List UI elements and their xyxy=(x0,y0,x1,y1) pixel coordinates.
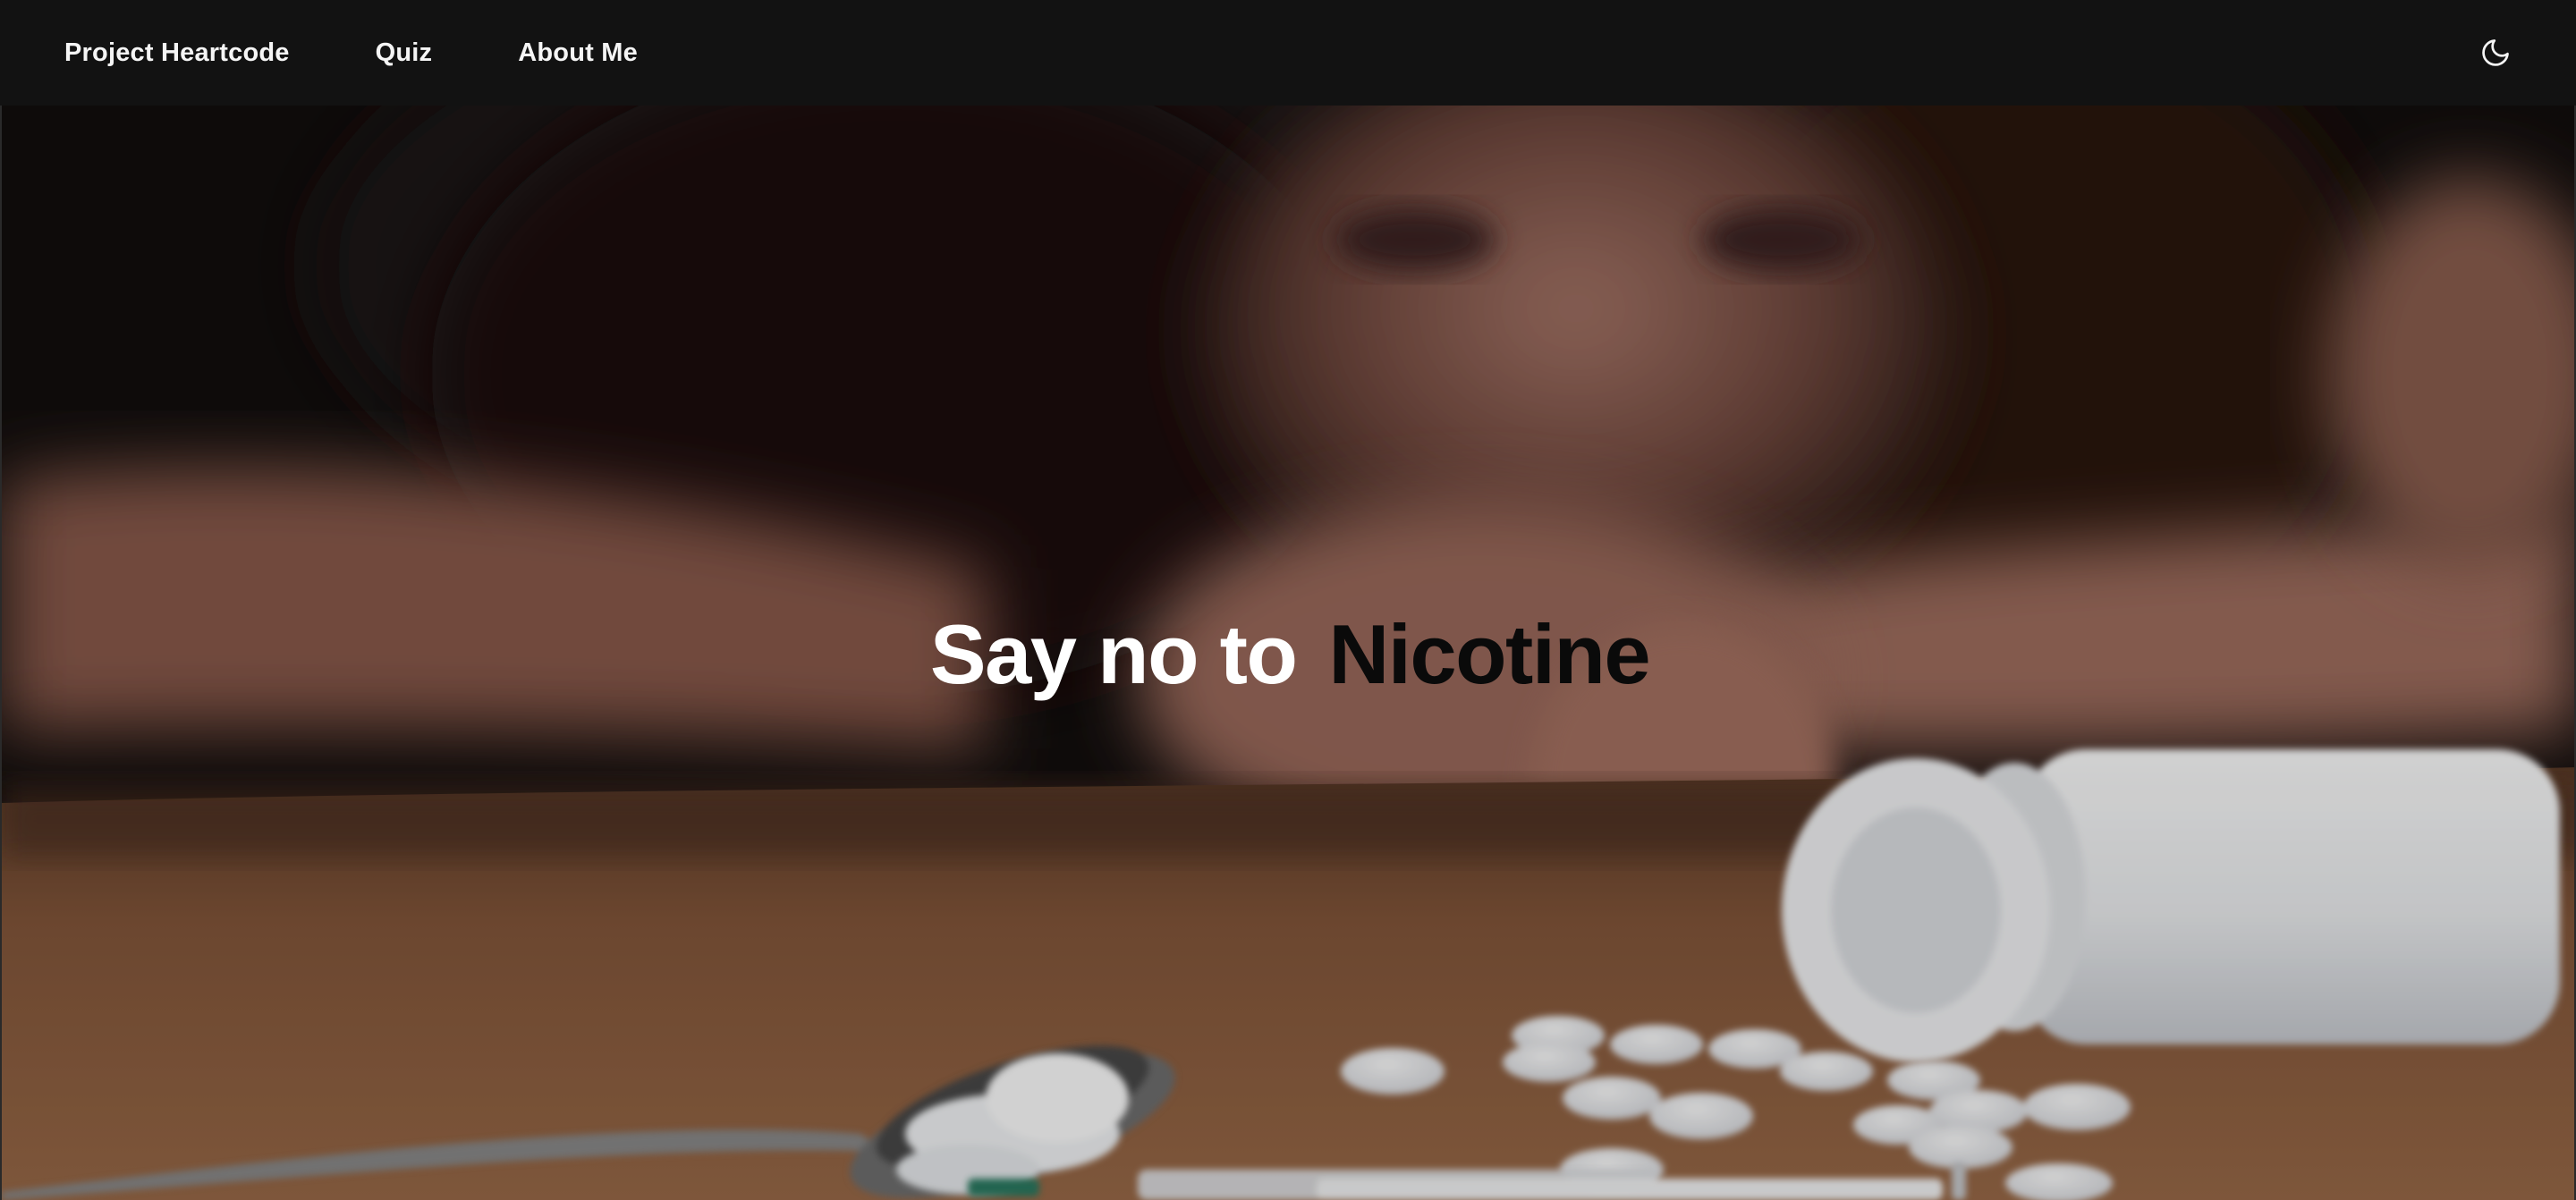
headline-lead-text: Say no to xyxy=(929,607,1298,701)
top-navbar: Project Heartcode Quiz About Me xyxy=(0,0,2576,106)
nav-link-project-heartcode[interactable]: Project Heartcode xyxy=(64,38,290,68)
nav-link-quiz[interactable]: Quiz xyxy=(376,38,433,68)
nav-link-about-me[interactable]: About Me xyxy=(518,38,638,68)
moon-icon xyxy=(2482,39,2509,66)
hero-section: Say no to Nicotine xyxy=(0,106,2576,1200)
headline-accent-word: Nicotine xyxy=(1328,607,1650,701)
theme-toggle-button[interactable] xyxy=(2476,33,2515,72)
hero-headline: Say no to Nicotine xyxy=(2,606,2574,703)
